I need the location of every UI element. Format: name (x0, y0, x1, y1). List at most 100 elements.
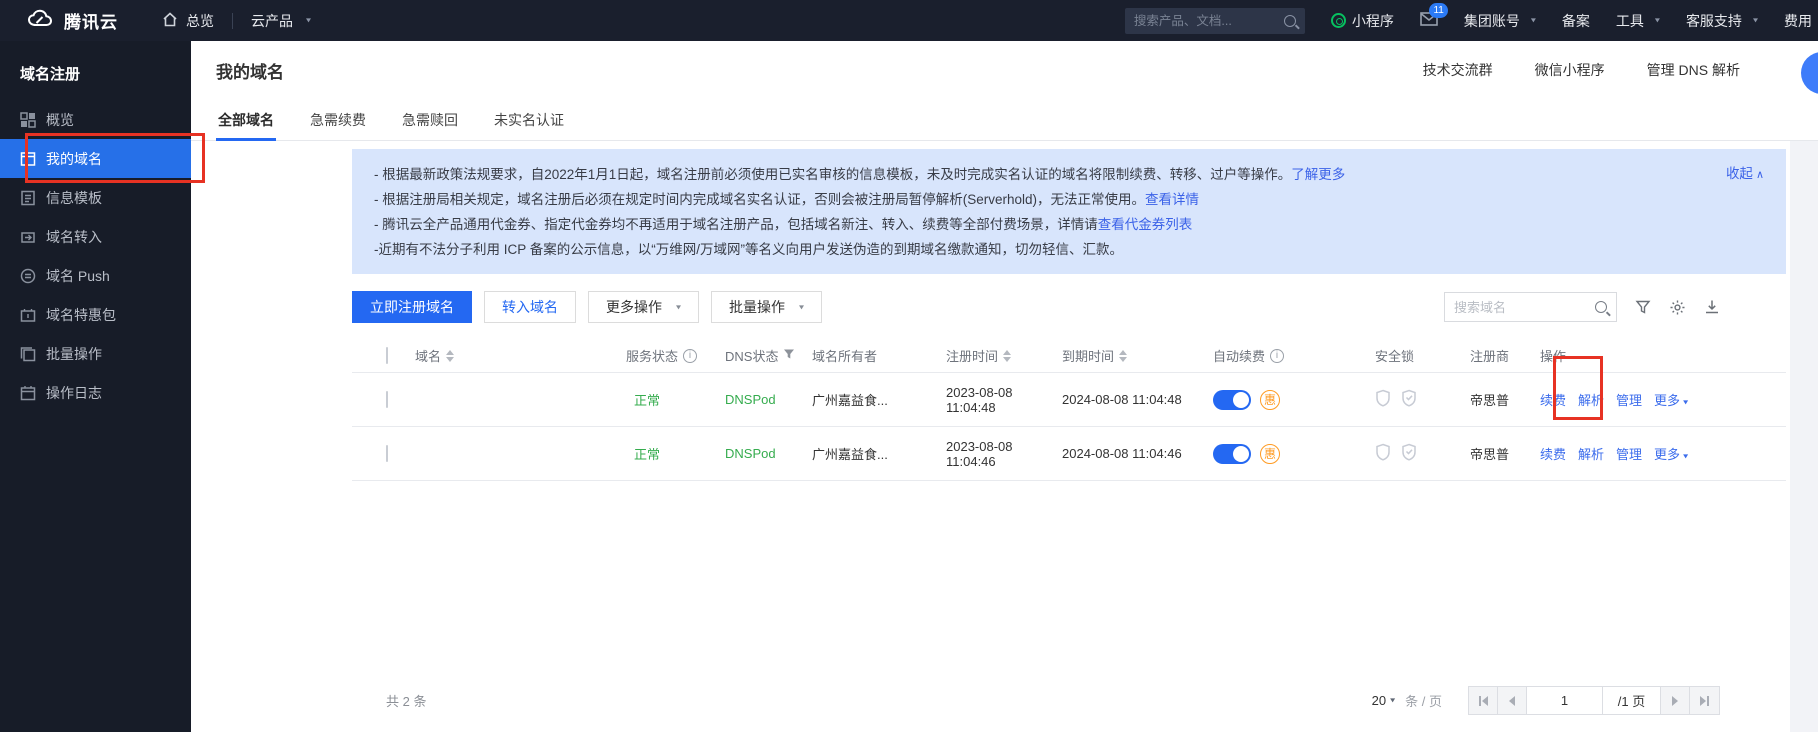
topbar-search-input[interactable] (1134, 14, 1284, 28)
op-manage-link[interactable]: 管理 (1616, 444, 1642, 463)
op-resolve-link[interactable]: 解析 (1578, 444, 1604, 463)
shield-icon[interactable] (1375, 443, 1391, 464)
info-icon[interactable]: i (1270, 349, 1284, 363)
miniprogram-item[interactable]: 小程序 (1331, 11, 1394, 31)
pagination-first-button[interactable] (1469, 687, 1498, 714)
funnel-filter-icon[interactable] (783, 348, 795, 363)
cloud-logo-icon (26, 9, 54, 32)
caret-down-icon: ▾ (676, 303, 681, 312)
caret-down-icon: ▾ (1683, 452, 1688, 461)
tab-urgent-renew[interactable]: 急需续费 (308, 99, 368, 140)
fee-item[interactable]: 费用 ▾ (1784, 11, 1818, 31)
caret-down-icon: ▾ (306, 16, 311, 25)
beian-item[interactable]: 备案 (1562, 11, 1590, 31)
support-item[interactable]: 客服支持 ▾ (1686, 11, 1758, 31)
toolbar-right (1444, 292, 1720, 322)
pagination-prev-button[interactable] (1498, 687, 1527, 714)
pagination: 共 2 条 20▾ 条 / 页 1 /1 页 (352, 686, 1786, 715)
sidebar-item-label: 批量操作 (46, 344, 102, 364)
sidebar-item-overview[interactable]: 概览 (0, 100, 191, 139)
view-details-link[interactable]: 查看详情 (1145, 192, 1199, 207)
row-checkbox[interactable] (386, 391, 388, 408)
sidebar-item-my-domains[interactable]: 我的域名 (0, 139, 191, 178)
settings-gear-icon[interactable] (1669, 299, 1686, 316)
sidebar-item-info-template[interactable]: 信息模板 (0, 178, 191, 217)
more-actions-button[interactable]: 更多操作▾ (588, 291, 699, 323)
right-gutter (1790, 141, 1818, 732)
sidebar-item-domain-deals[interactable]: 域名特惠包 (0, 295, 191, 334)
register-domain-button[interactable]: 立即注册域名 (352, 291, 472, 323)
filter-icon[interactable] (1635, 299, 1651, 315)
header-link-tech-group[interactable]: 技术交流群 (1423, 60, 1493, 80)
auto-renew-toggle[interactable] (1213, 390, 1251, 410)
op-more-link[interactable]: 更多▾ (1654, 444, 1688, 463)
page-size-select[interactable]: 20▾ (1372, 693, 1396, 708)
header-link-wechat-mini[interactable]: 微信小程序 (1535, 60, 1605, 80)
download-icon[interactable] (1704, 299, 1720, 315)
registration-time: 2023-08-08 11:04:48 (946, 385, 1062, 415)
dns-status: DNSPod (725, 392, 812, 407)
transfer-domain-button[interactable]: 转入域名 (484, 291, 576, 323)
tab-all-domains[interactable]: 全部域名 (216, 99, 276, 140)
pagination-next-button[interactable] (1661, 687, 1690, 714)
collapse-link[interactable]: 收起∧ (1726, 161, 1764, 188)
domain-search-input[interactable] (1454, 300, 1595, 315)
pagination-last-button[interactable] (1690, 687, 1719, 714)
batch-actions-button[interactable]: 批量操作▾ (711, 291, 822, 323)
shield-icon[interactable] (1401, 443, 1417, 464)
fee-label: 费用 (1784, 11, 1812, 31)
nav-overview[interactable]: 总览 (162, 11, 214, 31)
ops-log-icon (20, 385, 36, 401)
auto-renew-toggle[interactable] (1213, 444, 1251, 464)
sort-icon[interactable] (446, 350, 454, 362)
page-input[interactable]: 1 (1527, 687, 1603, 714)
learn-more-link[interactable]: 了解更多 (1291, 167, 1345, 182)
caret-down-icon: ▾ (799, 303, 804, 312)
home-icon (162, 12, 178, 30)
miniprogram-label: 小程序 (1352, 11, 1394, 31)
sidebar-title: 域名注册 (0, 41, 191, 100)
op-manage-link[interactable]: 管理 (1616, 390, 1642, 409)
sort-icon[interactable] (1003, 350, 1011, 362)
sidebar-item-label: 我的域名 (46, 149, 102, 169)
tencent-cloud-logo[interactable]: 腾讯云 (26, 8, 118, 33)
promo-badge[interactable]: 惠 (1260, 390, 1280, 410)
tab-urgent-redeem[interactable]: 急需赎回 (400, 99, 460, 140)
info-template-icon (20, 190, 36, 206)
topbar-search[interactable] (1125, 8, 1305, 34)
sidebar-item-domain-transfer[interactable]: 域名转入 (0, 217, 191, 256)
search-icon[interactable] (1284, 15, 1296, 27)
expiration-time: 2024-08-08 11:04:46 (1062, 446, 1213, 461)
op-resolve-link[interactable]: 解析 (1578, 390, 1604, 409)
domain-search[interactable] (1444, 292, 1617, 322)
shield-icon[interactable] (1375, 389, 1391, 410)
voucher-list-link[interactable]: 查看代金券列表 (1098, 217, 1193, 232)
topbar: 腾讯云 总览 云产品 ▾ 小程序 (0, 0, 1818, 41)
op-more-link[interactable]: 更多▾ (1654, 390, 1688, 409)
sidebar-item-batch-ops[interactable]: 批量操作 (0, 334, 191, 373)
nav-cloud-products[interactable]: 云产品 ▾ (251, 11, 311, 31)
registrar: 帝思普 (1470, 390, 1540, 409)
promo-badge[interactable]: 惠 (1260, 444, 1280, 464)
per-page-label: 条 / 页 (1405, 691, 1442, 710)
sidebar-item-ops-log[interactable]: 操作日志 (0, 373, 191, 412)
op-renew-link[interactable]: 续费 (1540, 390, 1566, 409)
shield-icon[interactable] (1401, 389, 1417, 410)
info-icon[interactable]: i (683, 349, 697, 363)
nav-overview-label: 总览 (186, 11, 214, 31)
sidebar-item-label: 域名 Push (46, 266, 110, 286)
tab-unverified[interactable]: 未实名认证 (492, 99, 566, 140)
security-locks (1375, 443, 1470, 464)
search-icon[interactable] (1595, 301, 1607, 313)
message-center[interactable]: 11 (1420, 12, 1438, 29)
group-account-item[interactable]: 集团账号 ▾ (1464, 11, 1536, 31)
op-renew-link[interactable]: 续费 (1540, 444, 1566, 463)
table-header: 域名 服务状态 i DNS状态 域名所有者 注册时间 到期时间 自动续费 i 安… (352, 339, 1786, 373)
row-checkbox[interactable] (386, 445, 388, 462)
header-checkbox[interactable] (386, 347, 388, 364)
support-label: 客服支持 (1686, 11, 1742, 31)
sort-icon[interactable] (1119, 350, 1127, 362)
header-link-manage-dns[interactable]: 管理 DNS 解析 (1647, 60, 1740, 80)
sidebar-item-domain-push[interactable]: 域名 Push (0, 256, 191, 295)
tools-item[interactable]: 工具 ▾ (1616, 11, 1660, 31)
